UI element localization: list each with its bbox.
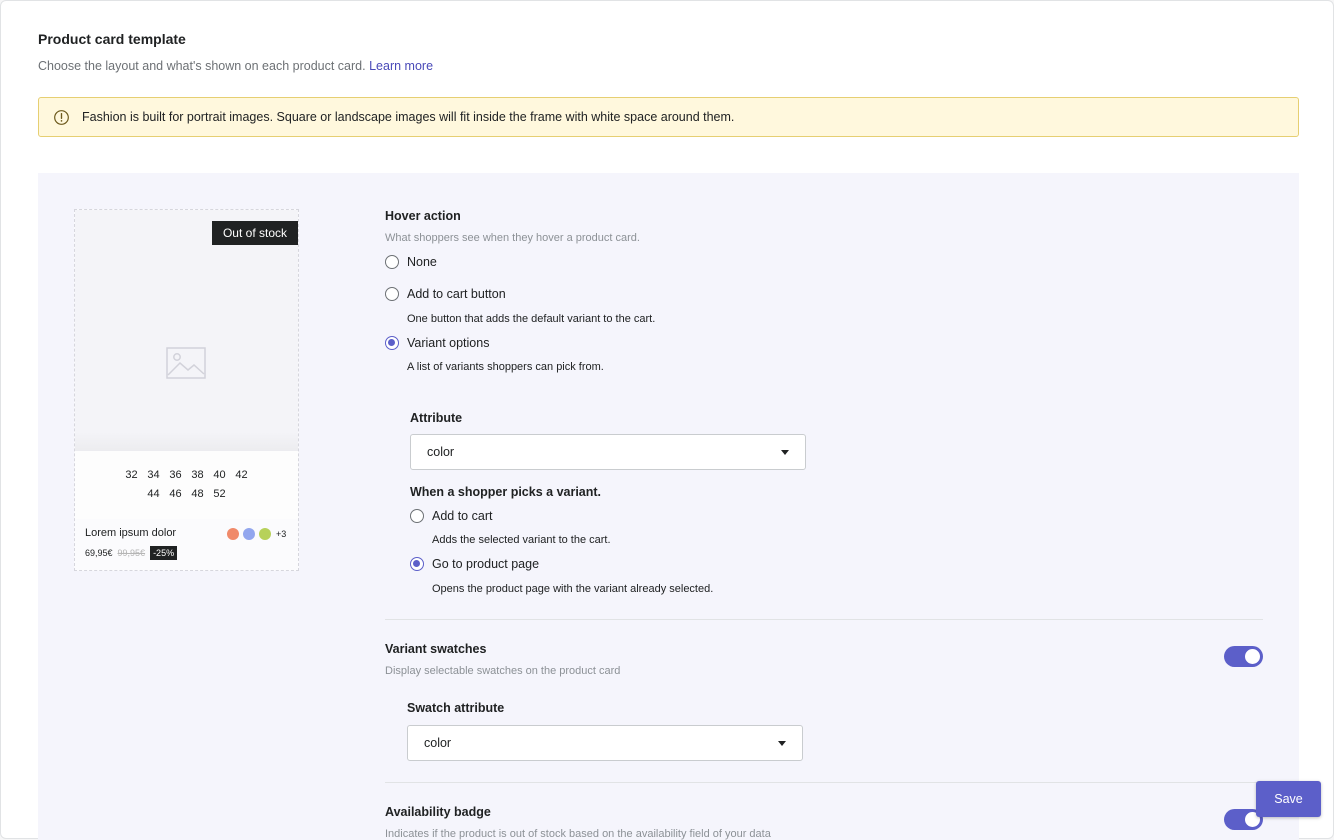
original-price: 99,95€: [117, 548, 146, 558]
option-label: None: [407, 255, 437, 269]
hover-action-title: Hover action: [385, 209, 461, 223]
caret-down-icon: [778, 740, 786, 746]
hover-option-none[interactable]: None: [385, 255, 437, 269]
option-label: Add to cart: [432, 509, 493, 523]
size-option: 46: [169, 488, 182, 500]
caret-down-icon: [781, 449, 789, 455]
product-image-area: [75, 210, 298, 450]
color-swatch: [259, 528, 271, 540]
size-option: 32: [125, 469, 138, 481]
pick-option-add-to-cart[interactable]: Add to cart: [410, 509, 492, 523]
radio-add-to-cart-button[interactable]: [385, 287, 399, 301]
option-help: Adds the selected variant to the cart.: [432, 534, 611, 546]
color-swatches: +3: [227, 528, 286, 540]
variant-swatches-toggle[interactable]: [1224, 646, 1263, 667]
info-banner: Fashion is built for portrait images. Sq…: [38, 97, 1299, 137]
size-option: 44: [147, 488, 160, 500]
warning-circle-icon: [54, 109, 69, 125]
price: 69,95€: [85, 548, 113, 558]
size-option: 36: [169, 469, 182, 481]
availability-badge-description: Indicates if the product is out of stock…: [385, 828, 771, 840]
settings-card: Product card template Choose the layout …: [0, 0, 1334, 840]
radio-go-to-product-page[interactable]: [410, 557, 424, 571]
size-option: 52: [213, 488, 226, 500]
product-name: Lorem ipsum dolor: [85, 527, 177, 539]
learn-more-link[interactable]: Learn more: [369, 59, 433, 73]
option-help: One button that adds the default variant…: [407, 313, 656, 325]
banner-text: Fashion is built for portrait images. Sq…: [82, 110, 735, 124]
availability-badge-title: Availability badge: [385, 805, 491, 819]
out-of-stock-badge: Out of stock: [211, 221, 298, 245]
page-description: Choose the layout and what's shown on ea…: [38, 59, 433, 73]
variant-swatches-description: Display selectable swatches on the produ…: [385, 665, 621, 677]
page-title: Product card template: [38, 31, 186, 47]
settings-panel: Out of stock 32 34 36 38 40 42 44 46 48 …: [38, 173, 1299, 840]
size-options: 32 34 36 38 40 42 44 46 48 52: [75, 451, 298, 519]
image-fade: [75, 432, 298, 452]
toggle-knob: [1245, 649, 1260, 664]
price-line: 69,95€ 99,95€ -25%: [85, 546, 178, 560]
swatch-attribute-label: Swatch attribute: [407, 701, 505, 715]
pick-option-go-to-product-page[interactable]: Go to product page: [410, 557, 539, 571]
pick-variant-title: When a shopper picks a variant.: [410, 485, 602, 499]
option-label: Variant options: [407, 336, 490, 350]
product-card-preview: Out of stock 32 34 36 38 40 42 44 46 48 …: [74, 209, 299, 571]
hover-option-add-to-cart-button[interactable]: Add to cart button: [385, 287, 506, 301]
swatch-attribute-select[interactable]: color: [407, 725, 803, 761]
color-swatch: [243, 528, 255, 540]
swatch-attribute-value: color: [424, 736, 452, 750]
page-description-text: Choose the layout and what's shown on ea…: [38, 59, 366, 73]
option-label: Go to product page: [432, 557, 540, 571]
size-option: 38: [191, 469, 204, 481]
attribute-label: Attribute: [410, 411, 463, 425]
discount-badge: -25%: [150, 546, 178, 560]
attribute-select[interactable]: color: [410, 434, 806, 470]
hover-option-variant-options[interactable]: Variant options: [385, 336, 489, 350]
image-placeholder-icon: [166, 347, 206, 379]
size-option: 48: [191, 488, 204, 500]
option-label: Add to cart button: [407, 287, 506, 301]
size-row-1: 32 34 36 38 40 42: [75, 469, 298, 481]
size-row-2: 44 46 48 52: [75, 488, 298, 500]
save-button[interactable]: Save: [1256, 781, 1321, 817]
radio-add-to-cart[interactable]: [410, 509, 424, 523]
radio-none[interactable]: [385, 255, 399, 269]
option-help: Opens the product page with the variant …: [432, 583, 714, 595]
section-divider: [385, 782, 1263, 783]
hover-action-description: What shoppers see when they hover a prod…: [385, 232, 640, 244]
size-option: 34: [147, 469, 160, 481]
variant-swatches-title: Variant swatches: [385, 642, 487, 656]
option-help: A list of variants shoppers can pick fro…: [407, 361, 604, 373]
radio-variant-options[interactable]: [385, 336, 399, 350]
size-option: 40: [213, 469, 226, 481]
color-swatch: [227, 528, 239, 540]
more-swatches-count: +3: [276, 529, 287, 539]
section-divider: [385, 619, 1263, 620]
size-option: 42: [235, 469, 248, 481]
attribute-select-value: color: [427, 445, 455, 459]
